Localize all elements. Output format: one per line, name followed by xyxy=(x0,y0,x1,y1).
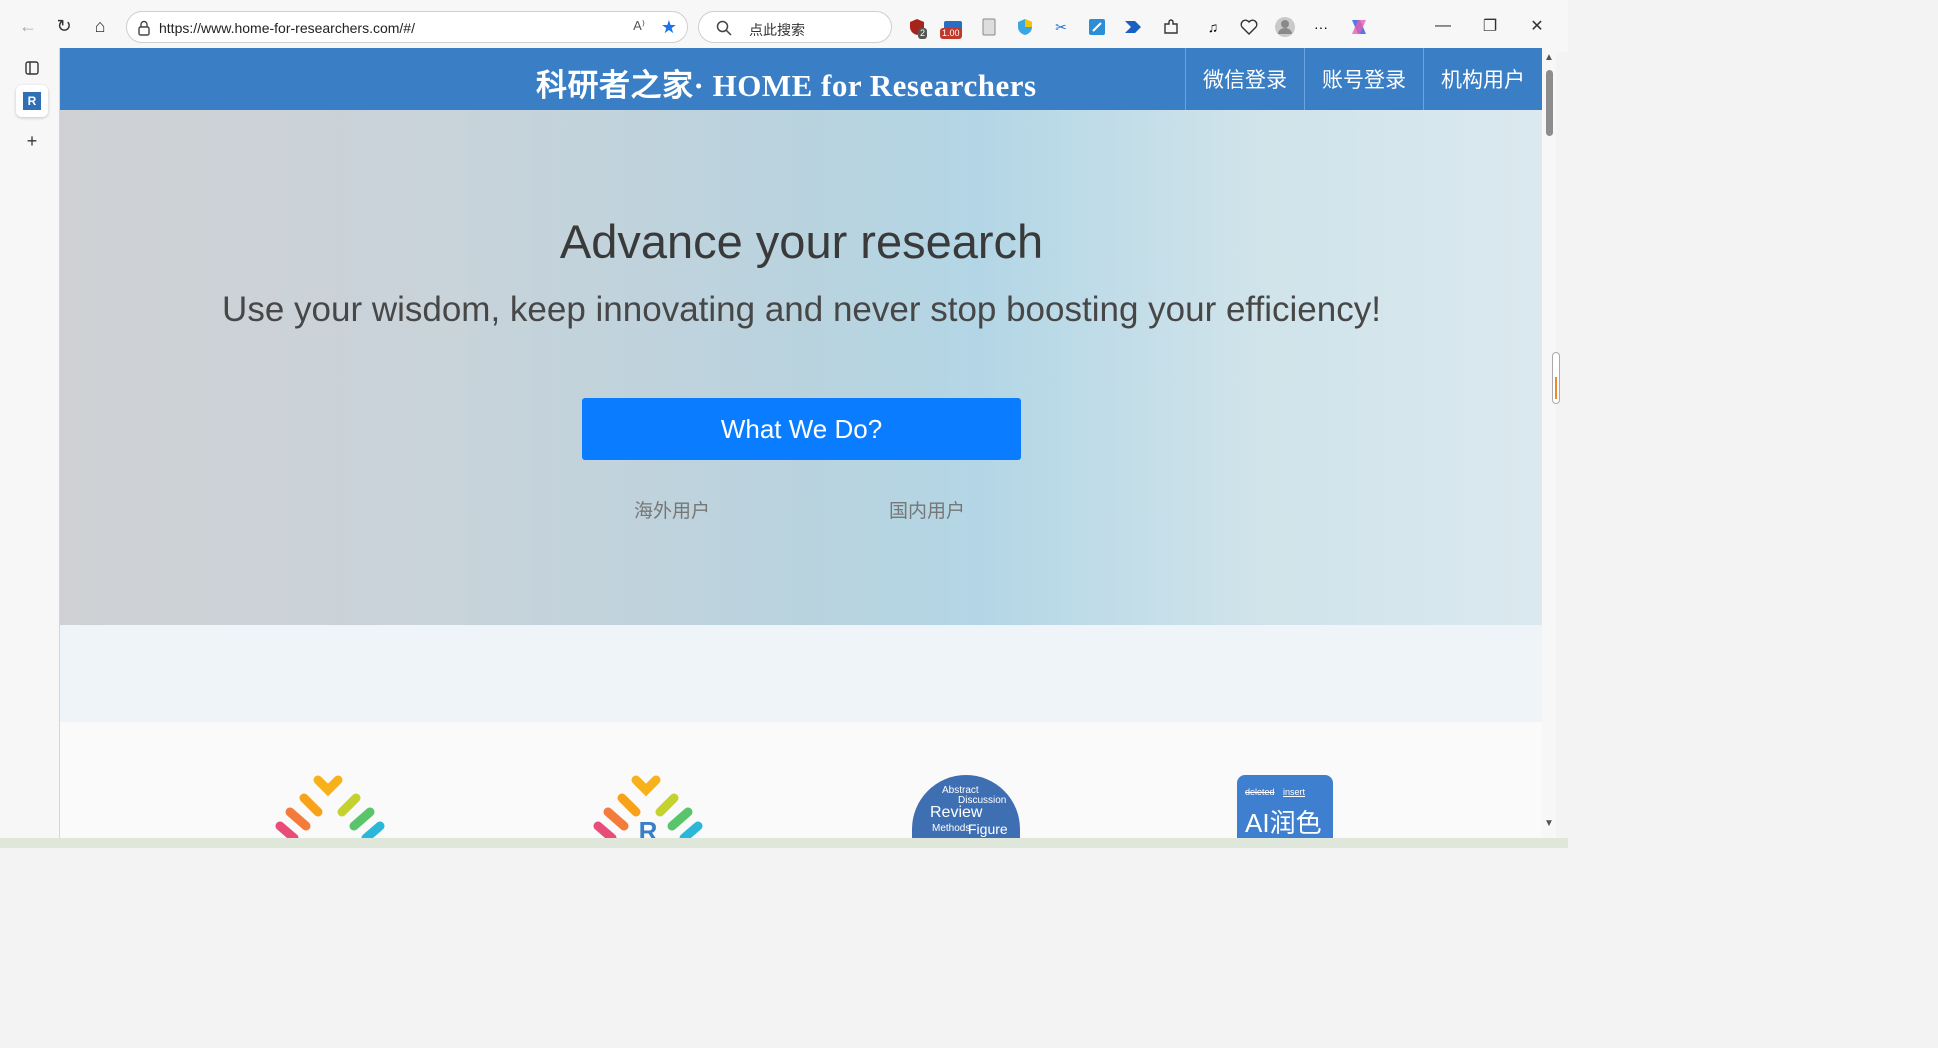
extension-badge: 2 xyxy=(918,28,928,39)
scroll-thumb[interactable] xyxy=(1546,70,1553,136)
close-icon[interactable]: ✕ xyxy=(1522,14,1552,38)
new-tab-icon[interactable]: + xyxy=(16,125,48,157)
cloud-word: Methods xyxy=(932,823,971,834)
tab-home-for-researchers[interactable]: R xyxy=(16,85,48,117)
home-icon[interactable]: ⌂ xyxy=(86,12,114,40)
copilot-icon[interactable] xyxy=(1348,16,1370,38)
hero-subtitle: Use your wisdom, keep innovating and nev… xyxy=(222,290,1381,329)
nav-wechat-login[interactable]: 微信登录 xyxy=(1185,48,1304,110)
cloud-word: Review xyxy=(930,804,983,821)
nav-account-login[interactable]: 账号登录 xyxy=(1304,48,1423,110)
overseas-users-link[interactable]: 海外用户 xyxy=(634,496,710,523)
r-letter: R xyxy=(639,816,658,838)
refresh-icon[interactable]: ↻ xyxy=(50,12,78,40)
what-we-do-button[interactable]: What We Do? xyxy=(582,398,1021,460)
site-title[interactable]: 科研者之家· HOME for Researchers xyxy=(536,60,1037,105)
product-logo-rainbow[interactable] xyxy=(270,774,390,838)
extensions-puzzle-icon[interactable] xyxy=(1160,16,1182,38)
vertical-tab-strip: R + xyxy=(0,52,60,848)
tag-deleted: deleted xyxy=(1245,787,1275,797)
site-favicon-icon: R xyxy=(23,92,41,110)
restore-icon[interactable]: ❐ xyxy=(1475,14,1505,38)
domestic-users-link[interactable]: 国内用户 xyxy=(889,496,965,523)
address-bar[interactable]: https://www.home-for-researchers.com/#/ … xyxy=(126,11,688,43)
link-extension-icon[interactable] xyxy=(1086,16,1108,38)
site-header: 科研者之家· HOME for Researchers 微信登录 账号登录 机构… xyxy=(60,48,1542,110)
shield-extension-icon[interactable]: 2 xyxy=(906,16,928,39)
minimize-icon[interactable]: — xyxy=(1428,14,1458,38)
music-icon[interactable]: ♫ xyxy=(1202,16,1224,38)
video-extension-icon[interactable]: 1.00 xyxy=(940,16,964,39)
url-text[interactable]: https://www.home-for-researchers.com/#/ xyxy=(159,20,415,36)
tab-actions-icon[interactable] xyxy=(16,52,48,84)
read-aloud-icon[interactable]: A⁾ xyxy=(633,18,645,34)
more-options-icon[interactable]: ··· xyxy=(1310,16,1332,38)
hero-section: Advance your research Use your wisdom, k… xyxy=(60,110,1542,625)
ai-card-tags: deleted insert xyxy=(1245,787,1311,797)
lock-icon xyxy=(138,20,150,36)
page-viewport: 科研者之家· HOME for Researchers 微信登录 账号登录 机构… xyxy=(59,48,1542,838)
colorful-shield-icon[interactable] xyxy=(1014,16,1036,38)
speed-badge: 1.00 xyxy=(940,28,962,39)
search-icon xyxy=(716,20,732,36)
scissors-icon[interactable]: ✂ xyxy=(1050,16,1072,38)
section-band xyxy=(60,625,1542,722)
profile-avatar-icon[interactable] xyxy=(1274,16,1296,38)
ai-polish-label: AI润色 xyxy=(1245,808,1322,838)
health-icon[interactable] xyxy=(1238,16,1260,38)
tag-insert: insert xyxy=(1283,787,1306,797)
hero-title: Advance your research xyxy=(559,215,1044,268)
sidebar-handle[interactable] xyxy=(1552,352,1560,404)
scroll-down-icon[interactable]: ▼ xyxy=(1544,818,1554,829)
search-placeholder: 点此搜索 xyxy=(749,22,805,38)
product-logo-r[interactable]: R xyxy=(588,774,708,838)
nav-institution-users[interactable]: 机构用户 xyxy=(1423,48,1542,110)
page-scrollbar[interactable]: ▲ ▼ xyxy=(1542,48,1556,838)
cloud-word: Figure xyxy=(968,821,1008,837)
product-ai-polish-card[interactable]: deleted insert AI润色 xyxy=(1237,775,1333,838)
arrow-extension-icon[interactable] xyxy=(1122,16,1144,38)
favorite-star-icon[interactable]: ★ xyxy=(661,17,677,38)
browser-toolbar: ← ↻ ⌂ https://www.home-for-researchers.c… xyxy=(0,0,1568,52)
document-extension-icon[interactable] xyxy=(978,16,1000,38)
scroll-up-icon[interactable]: ▲ xyxy=(1544,52,1554,63)
search-box[interactable]: 点此搜索 xyxy=(698,11,892,43)
back-icon[interactable]: ← xyxy=(14,12,42,40)
taskbar-peek xyxy=(0,838,1568,848)
